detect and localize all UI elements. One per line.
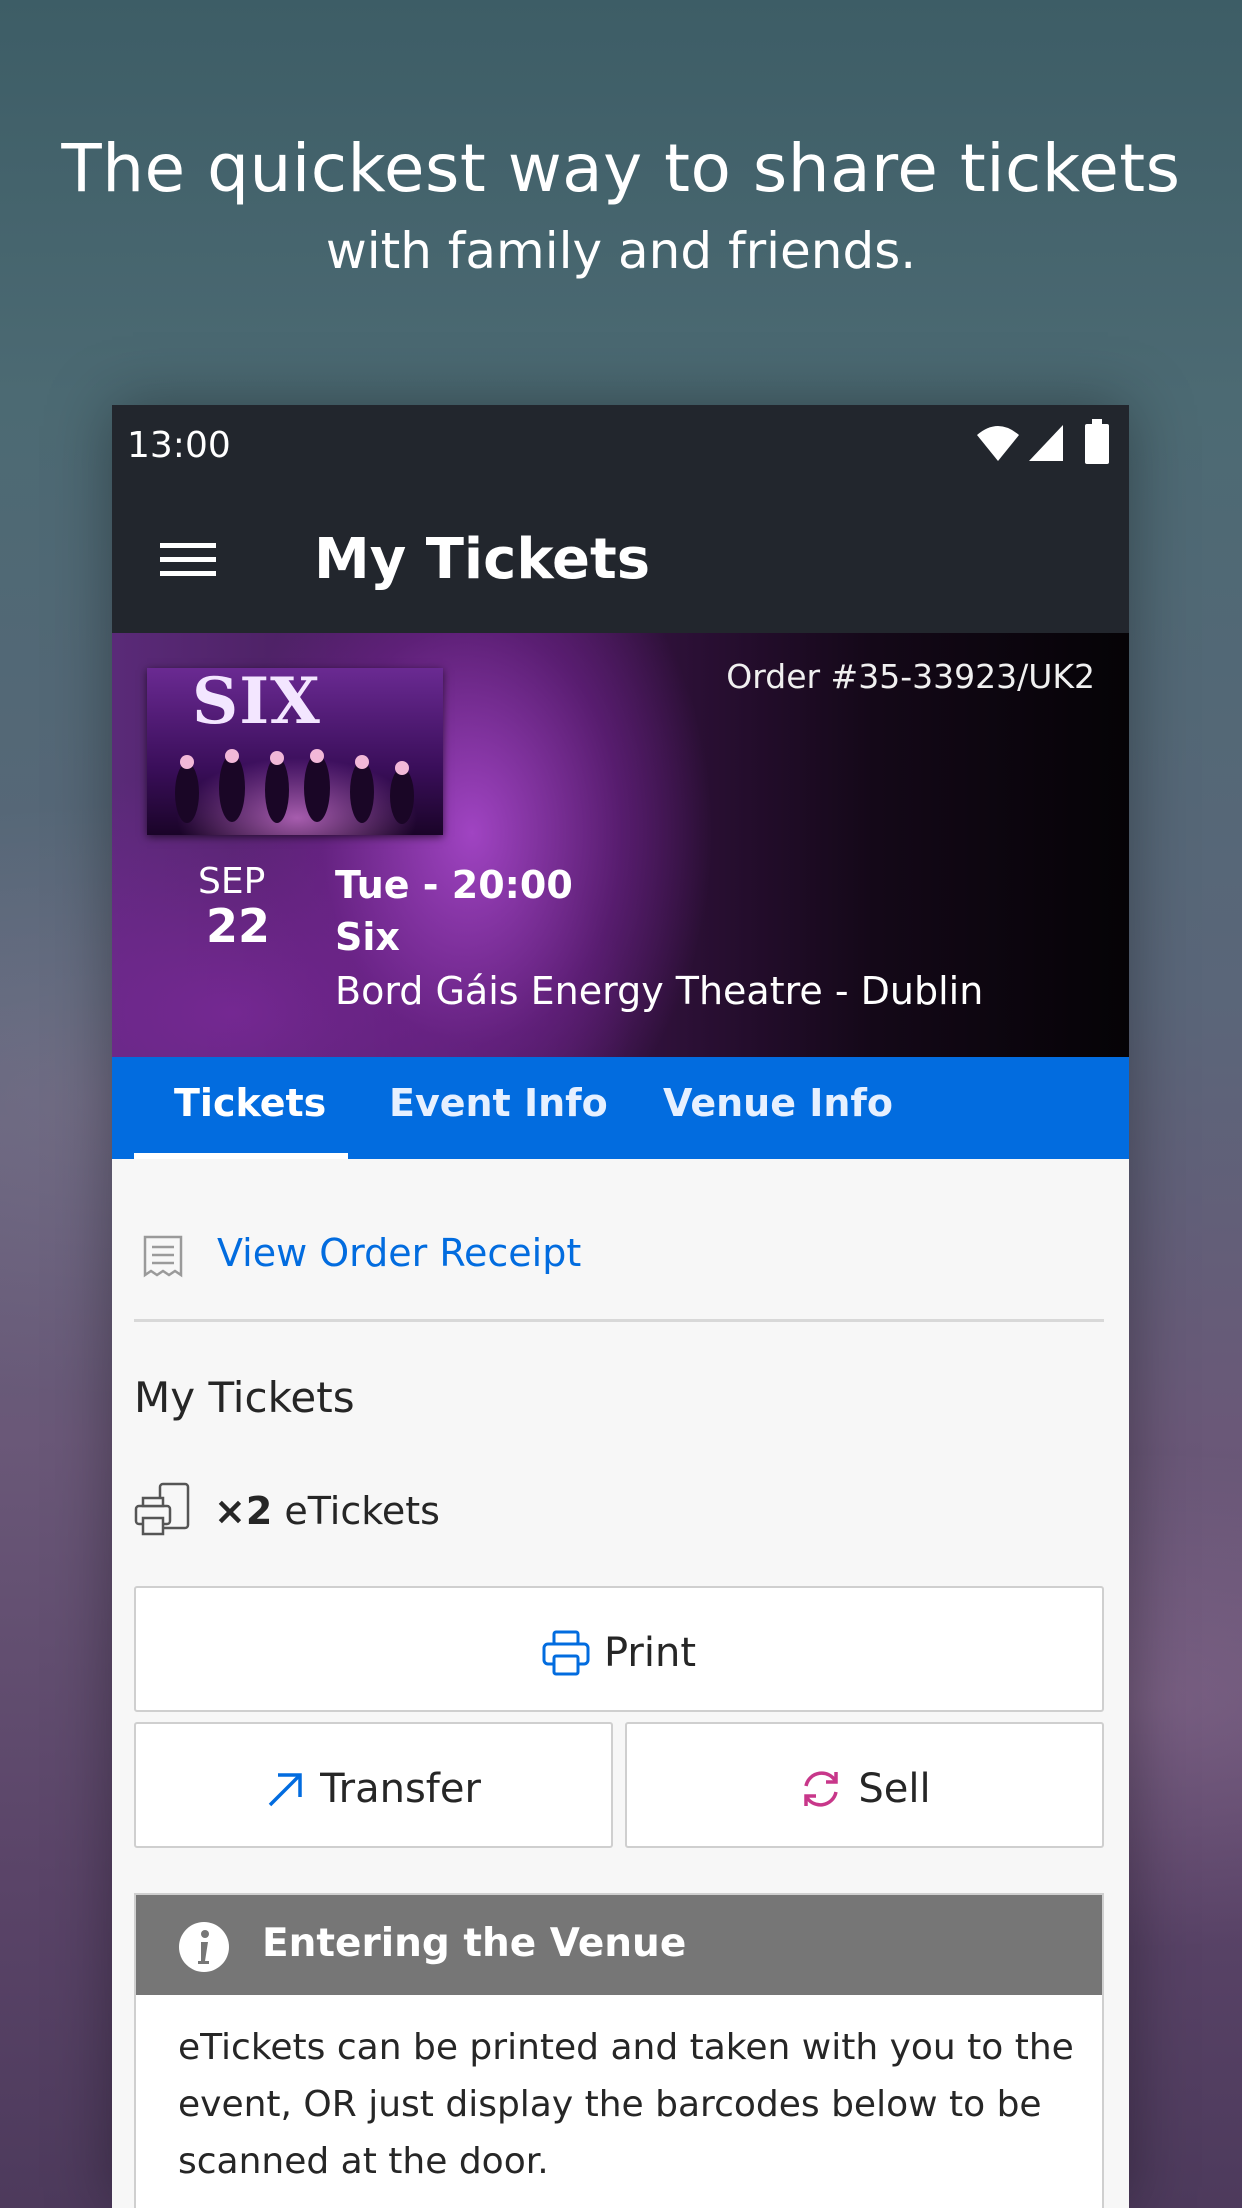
event-month: SEP [198,861,266,902]
event-header: SIX Order #35-33923/UK2 SEP 22 Tue - 20:… [112,633,1129,1057]
entering-venue-text: eTickets can be printed and taken with y… [178,2027,1074,2182]
promo-headline: The quickest way to share tickets [61,130,1181,207]
poster-title: SIX [192,668,321,739]
poster-figures [175,749,414,824]
sell-label: Sell [858,1766,931,1812]
print-button[interactable]: Print [134,1586,1104,1712]
tab-event-info[interactable]: Event Info [389,1081,608,1125]
phone-screen: 13:00 My Tickets SIX Order #35-33923/UK2… [112,405,1129,2208]
event-day: 22 [206,899,271,953]
receipt-icon [143,1235,183,1278]
eticket-count: ×2 eTickets [214,1489,440,1533]
printer-icon [542,1630,590,1676]
order-number: Order #35-33923/UK2 [726,657,1095,696]
active-tab-indicator [134,1153,348,1159]
refresh-icon [804,1771,839,1807]
arrow-up-right-icon [268,1773,302,1807]
event-time: Tue - 20:00 [335,863,573,907]
transfer-button[interactable]: Transfer [134,1722,613,1848]
tab-bar: Tickets Event Info Venue Info [112,1057,1129,1159]
eticket-label: eTickets [284,1489,440,1533]
battery-icon [1085,419,1109,464]
sell-button[interactable]: Sell [625,1722,1104,1848]
promo-subheadline: with family and friends. [325,222,917,280]
event-venue: Bord Gáis Energy Theatre - Dublin [335,969,984,1013]
status-time: 13:00 [127,425,231,466]
status-bar: 13:00 [112,405,1129,487]
entering-venue-title: Entering the Venue [262,1921,687,1966]
view-order-receipt-row[interactable]: View Order Receipt [134,1217,1104,1322]
status-icons [975,419,1115,469]
transfer-label: Transfer [320,1766,481,1812]
entering-venue-header: Entering the Venue [136,1895,1102,1995]
eticket-quantity: ×2 [214,1489,273,1533]
print-label: Print [603,1630,696,1676]
event-poster: SIX [147,668,443,835]
my-tickets-heading: My Tickets [134,1373,355,1422]
tab-tickets[interactable]: Tickets [174,1081,326,1125]
app-bar-title: My Tickets [314,527,651,592]
view-order-receipt-link[interactable]: View Order Receipt [217,1231,581,1275]
info-icon [179,1922,229,1972]
wifi-icon [977,426,1019,461]
menu-icon[interactable] [160,537,216,583]
eticket-printer-phone-icon [134,1482,190,1536]
entering-venue-panel: Entering the Venue eTickets can be print… [134,1893,1104,2208]
app-bar: My Tickets [112,487,1129,633]
tab-venue-info[interactable]: Venue Info [663,1081,893,1125]
signal-icon [1029,425,1063,461]
event-name: Six [335,915,400,959]
